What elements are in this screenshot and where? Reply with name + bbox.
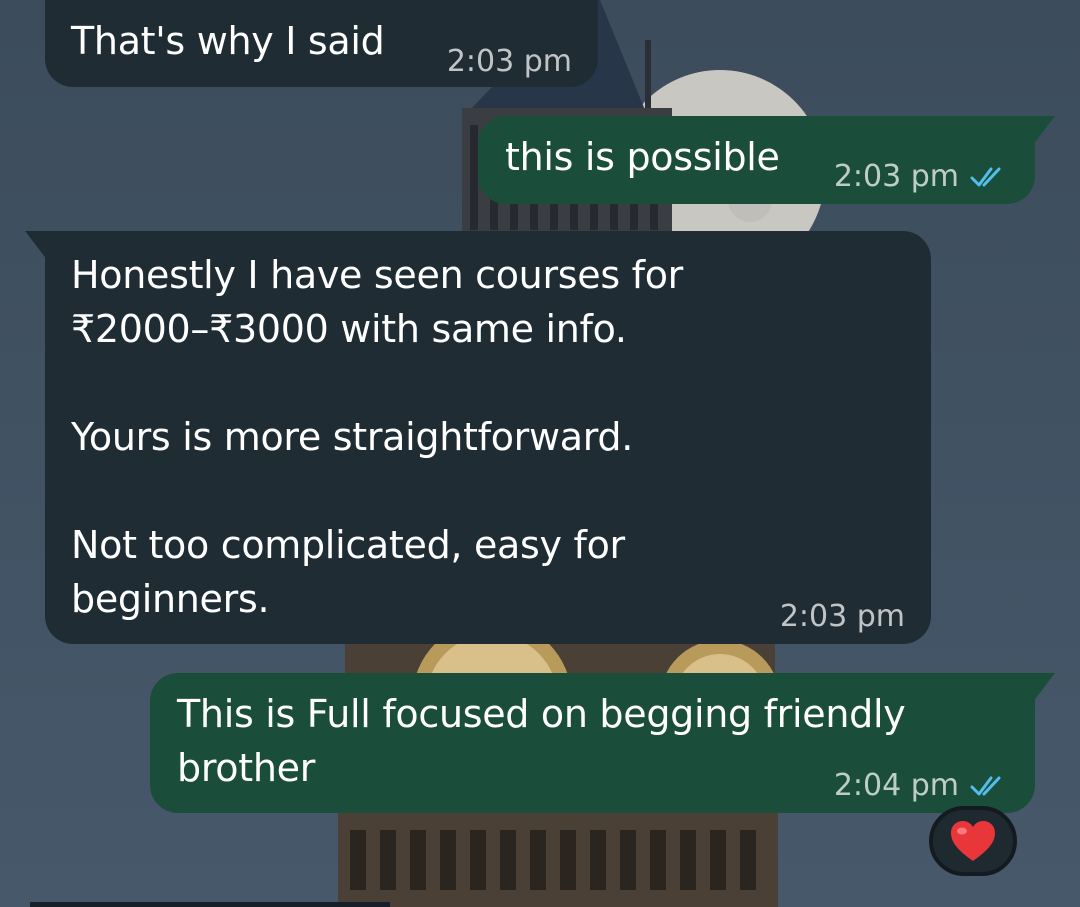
incoming-message[interactable]: That's why I said 2:03 pm [45, 0, 598, 87]
message-text: Honestly I have seen courses for ₹2000–₹… [71, 253, 683, 621]
double-check-icon [970, 167, 1001, 187]
message-reaction[interactable] [929, 806, 1017, 876]
message-time: 2:03 pm [779, 599, 905, 634]
outgoing-message[interactable]: This is Full focused on begging friendly… [150, 673, 1055, 813]
message-time: 2:03 pm [833, 159, 959, 194]
bubble-tail [1015, 116, 1055, 150]
bubble-tail [1015, 673, 1055, 707]
message-time: 2:03 pm [446, 44, 572, 79]
incoming-message[interactable]: Honestly I have seen courses for ₹2000–₹… [25, 231, 931, 644]
message-time: 2:04 pm [833, 768, 959, 803]
bubble-tail [25, 231, 65, 265]
outgoing-message[interactable]: this is possible 2:03 pm [478, 116, 1055, 204]
double-check-icon [970, 776, 1001, 796]
heart-icon [951, 821, 995, 861]
divider [30, 902, 390, 907]
